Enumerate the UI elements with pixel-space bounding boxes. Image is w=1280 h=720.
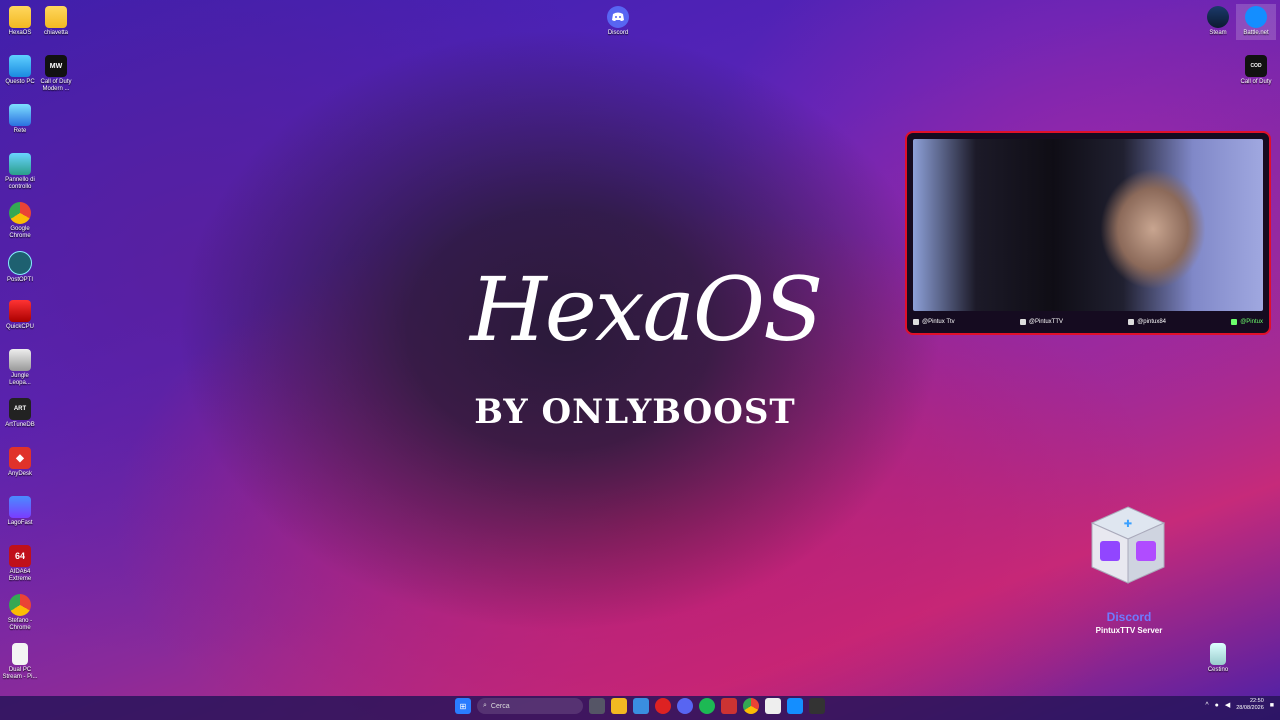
battlenet-taskbar-icon[interactable] [787, 698, 803, 714]
jungle-leopard-icon [9, 349, 31, 371]
file-explorer-icon[interactable] [611, 698, 627, 714]
desktop-icon-discord[interactable]: Discord [598, 6, 638, 37]
desktop-icon-hexaos[interactable]: HexaOS [0, 6, 40, 37]
social-tiktok: @pintux84 [1128, 319, 1166, 325]
desktop-icon-dual-pc[interactable]: Dual PC Stream - Pi... [0, 643, 40, 681]
discord-taskbar-icon[interactable] [677, 698, 693, 714]
search-placeholder: Cerca [490, 702, 510, 710]
arttunedb-icon: ART [9, 398, 31, 420]
desktop-icon-quickcpu[interactable]: QuickCPU [0, 300, 40, 331]
taskbar-search[interactable]: ⌕ Cerca [477, 698, 583, 714]
social-twitch: @Pintux Ttv [913, 319, 955, 325]
task-view-icon[interactable] [589, 698, 605, 714]
recycle-bin-icon [1210, 643, 1226, 665]
control-panel-icon [9, 153, 31, 175]
wallpaper-subtitle: BY ONLYBOOST [474, 392, 796, 432]
desktop-icon-chrome[interactable]: Google Chrome [0, 202, 40, 240]
kick-icon [1231, 319, 1238, 325]
spotify-icon[interactable] [699, 698, 715, 714]
chrome-profile-icon [9, 594, 31, 616]
facebook-icon [1019, 319, 1026, 325]
desktop-icon-questo-pc[interactable]: Questo PC [0, 55, 40, 86]
desktop-icon-rete[interactable]: Rete [0, 104, 40, 135]
desktop-icon-pannello[interactable]: Pannello di controllo [0, 153, 40, 191]
folder-icon [45, 6, 67, 28]
notification-icon[interactable]: ■ [1270, 702, 1274, 709]
steam-icon [1207, 6, 1229, 28]
desktop-icon-chiavetta[interactable]: chiavetta [36, 6, 76, 37]
desktop-icon-cod-mw[interactable]: MW Call of Duty Modern ... [36, 55, 76, 93]
desktop-icon-steam[interactable]: Steam [1198, 6, 1238, 37]
desktop-icon-arttunedb[interactable]: ART ArtTuneDB [0, 398, 40, 429]
monitor-icon [9, 55, 31, 77]
quickcpu-icon [9, 300, 31, 322]
webcam-overlay: @Pintux Ttv @PintuxTTV @pintux84 @Pintux [905, 131, 1271, 335]
twitch-icon [913, 319, 919, 325]
social-kick: @Pintux [1231, 319, 1263, 325]
desktop-icon-stefano-chrome[interactable]: Stefano - Chrome [0, 594, 40, 632]
lagofast-icon [9, 496, 31, 518]
webcam-video [913, 139, 1263, 311]
start-button[interactable]: ⊞ [455, 698, 471, 714]
desktop-icon-cod[interactable]: COD Call of Duty [1236, 55, 1276, 86]
clock[interactable]: 22:50 28/08/2026 [1236, 698, 1264, 712]
desktop-icon-lagofast[interactable]: LagoFast [0, 496, 40, 527]
discord-icon [607, 6, 629, 28]
app-red-icon[interactable] [655, 698, 671, 714]
desktop-icon-jungle[interactable]: Jungle Leopa... [0, 349, 40, 387]
discord-promo: Discord PintuxTTV Server [1070, 610, 1188, 635]
desktop-icon-battlenet[interactable]: Battle.net [1236, 4, 1276, 40]
chrome-icon [9, 202, 31, 224]
microphone-icon[interactable]: ● [1215, 702, 1219, 709]
desktop-icon-anydesk[interactable]: ◆ AnyDesk [0, 447, 40, 478]
wallpaper-title: HexaOS [470, 258, 823, 361]
terminal-icon[interactable] [809, 698, 825, 714]
desktop-icon-postopti[interactable]: PostOPTI [0, 251, 40, 284]
social-bar: @Pintux Ttv @PintuxTTV @pintux84 @Pintux [913, 315, 1263, 329]
network-icon [9, 104, 31, 126]
store-icon[interactable] [633, 698, 649, 714]
pintux-cube-logo: ✚ [1090, 506, 1166, 584]
chevron-up-icon[interactable]: ^ [1205, 702, 1208, 709]
promo-subtitle: PintuxTTV Server [1095, 626, 1163, 635]
taskbar: ⊞ ⌕ Cerca ^ ● ◀ 22:50 28/08/2026 ■ [0, 696, 1280, 720]
folder-icon [9, 6, 31, 28]
anydesk-icon: ◆ [9, 447, 31, 469]
volume-icon[interactable]: ◀ [1225, 701, 1230, 709]
mwii-icon: MW [45, 55, 67, 77]
chrome-taskbar-icon[interactable] [743, 698, 759, 714]
promo-title: Discord [1106, 610, 1152, 624]
tiktok-icon [1128, 319, 1135, 325]
app-white-icon[interactable] [765, 698, 781, 714]
svg-text:✚: ✚ [1124, 519, 1132, 530]
search-icon: ⌕ [483, 702, 487, 709]
desktop-icon-aida64[interactable]: 64 AIDA64 Extreme [0, 545, 40, 583]
document-icon [12, 643, 28, 665]
app-suite-icon[interactable] [721, 698, 737, 714]
social-facebook: @PintuxTTV [1019, 319, 1063, 325]
cod-icon: COD [1245, 55, 1267, 77]
battlenet-icon [1245, 6, 1267, 28]
postopti-icon [8, 251, 32, 275]
taskbar-apps: ⊞ ⌕ Cerca [455, 698, 825, 714]
aida64-icon: 64 [9, 545, 31, 567]
desktop-icon-cestino[interactable]: Cestino [1198, 643, 1238, 674]
system-tray: ^ ● ◀ 22:50 28/08/2026 ■ [1205, 698, 1274, 712]
